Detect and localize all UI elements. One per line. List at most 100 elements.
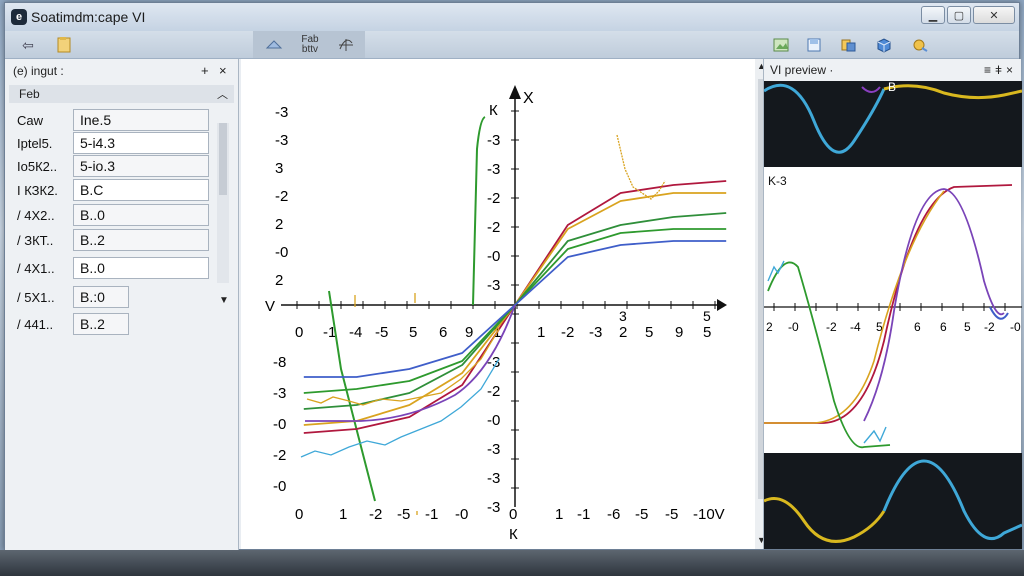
preview-x-tick-labels: 2 -0 -2 -4 5 6 6 5 -2 -0 <box>766 320 1021 334</box>
document-button[interactable] <box>51 34 77 56</box>
property-row: / 5X1.. B.:0 <box>5 286 217 308</box>
property-value-field[interactable]: B..0 <box>73 257 209 279</box>
left-tick-label: 3 <box>275 160 283 177</box>
property-label: Iptel5. <box>17 136 53 151</box>
bookmark-button[interactable] <box>835 34 861 56</box>
toolbar: ⇦ Fab bttv <box>5 31 1019 59</box>
preview-mid-label: K-3 <box>768 174 787 188</box>
property-row: / ЗКТ.. B..2 <box>5 229 217 251</box>
property-value-field[interactable]: B.C <box>73 179 209 201</box>
save-button[interactable] <box>801 34 827 56</box>
preview-purple-curve <box>863 188 1005 422</box>
preview-close-button[interactable]: × <box>1006 63 1013 77</box>
axis-tick-label: -2 <box>487 383 500 400</box>
dock-button[interactable]: ǂ <box>995 63 1002 77</box>
input-section-header[interactable]: Feb ︿ <box>9 85 234 103</box>
axis-tick-label: -2 <box>487 190 500 207</box>
image-icon <box>773 38 789 52</box>
pin-button[interactable]: ≡ <box>984 63 991 77</box>
preview-title: VI preview · <box>770 63 834 77</box>
minimize-button[interactable]: ▁ <box>921 6 945 24</box>
x-tick-label: 0 <box>295 324 303 341</box>
x-axis-arrow-icon <box>717 299 727 311</box>
scrollbar-thumb[interactable] <box>219 123 227 195</box>
property-value-field[interactable]: 5-io.3 <box>73 155 209 177</box>
property-row: / 4X1.. B..0 <box>5 257 217 279</box>
left-tick-label: -3 <box>275 104 288 121</box>
left-tick-label: -3 <box>273 385 286 402</box>
close-panel-button[interactable]: × <box>219 63 227 78</box>
green-steep-curve <box>328 290 376 502</box>
property-value-field[interactable]: B..2 <box>73 229 209 251</box>
x-tick-label: -5 <box>665 506 678 523</box>
close-button[interactable]: ✕ <box>973 6 1015 24</box>
left-tick-label: -3 <box>275 132 288 149</box>
x-tick-label: -3 <box>589 324 602 341</box>
table-view-button[interactable]: Fab bttv <box>297 34 323 56</box>
y-axis-arrow-icon <box>509 85 521 99</box>
scroll-down-arrow-icon[interactable]: ▼ <box>219 295 229 306</box>
x-tick-label: 0 <box>295 506 303 523</box>
title-bar: e Soatimdm:cape VI ▁ ▢ ✕ <box>5 3 1019 31</box>
x-tick-label: 5 <box>645 324 653 341</box>
x-tick-label: 9 <box>465 324 473 341</box>
preview-tick-label: -4 <box>850 320 861 334</box>
property-label: / 4X1.. <box>17 261 55 276</box>
left-tick-label: 2 <box>275 272 283 289</box>
arrow-up-icon <box>265 40 283 49</box>
property-label: I КЗК2. <box>17 183 58 198</box>
axis-tick-label: -2 <box>487 219 500 236</box>
green-vertical-curve <box>472 116 486 306</box>
x-tick-label: -0 <box>455 506 468 523</box>
property-label: Cаw <box>17 113 44 128</box>
settings-button[interactable] <box>907 34 933 56</box>
cube-button[interactable] <box>871 34 897 56</box>
property-value-field[interactable]: 5-i4.3 <box>73 132 209 154</box>
axis-tick-label: -3 <box>487 161 500 178</box>
axis-tick-label: -3 <box>487 470 500 487</box>
x-tick-labels-row2: 0 1 -2 -5 -1 -0 0 1 -1 -6 -5 -5 -10V <box>295 506 725 523</box>
settings-icon <box>913 39 928 52</box>
axis-tick-label: -0 <box>487 412 500 429</box>
taskbar <box>0 550 1024 576</box>
bottom-axis-label: К <box>509 526 518 543</box>
document-icon <box>57 37 71 53</box>
property-value-field[interactable]: B..0 <box>73 204 209 226</box>
x-tick-label: -5 <box>375 324 388 341</box>
input-panel: (e) ingut : + × Feb ︿ Cаw Ine.5 Iptel5. … <box>5 59 239 551</box>
back-button[interactable]: ⇦ <box>15 34 41 56</box>
x-axis-label: X <box>523 90 534 107</box>
axis-tool-button[interactable] <box>333 34 359 56</box>
property-label: / 441.. <box>17 317 54 332</box>
property-label: / ЗКТ.. <box>17 233 54 248</box>
maximize-button[interactable]: ▢ <box>947 6 971 24</box>
left-tick-label: 2 <box>275 216 283 233</box>
input-panel-scrollbar[interactable] <box>217 123 229 283</box>
input-panel-header: (e) ingut : + × <box>5 59 238 83</box>
input-panel-title: (e) ingut : <box>13 64 64 78</box>
x-tick-label: -1 <box>577 506 590 523</box>
app-logo-icon: e <box>11 9 27 25</box>
cube-icon <box>877 38 891 53</box>
image-button[interactable] <box>769 34 795 56</box>
property-row: / 4X2.. B..0 <box>5 204 217 226</box>
property-value-field[interactable]: B..2 <box>73 313 129 335</box>
property-value-field[interactable]: B.:0 <box>73 286 129 308</box>
app-window: e Soatimdm:cape VI ▁ ▢ ✕ ⇦ Fab bttv (e) … <box>4 2 1023 551</box>
left-tick-label: -0 <box>273 416 286 433</box>
x-tick-label: -5 <box>635 506 648 523</box>
left-tick-label: -8 <box>273 354 286 371</box>
x-tick-label: -6 <box>607 506 620 523</box>
property-value-field[interactable]: Ine.5 <box>73 109 209 131</box>
navigate-up-button[interactable] <box>261 34 287 56</box>
main-chart: X К V К -3 -3 3 -2 2 -0 2 -8 -3 -0 -2 -0 -3 -3 -2 -2 -0… <box>265 85 727 543</box>
x-tick-label: 1 <box>339 506 347 523</box>
add-input-button[interactable]: + <box>201 63 209 78</box>
preview-tick-label: 5 <box>964 320 971 334</box>
axis-tick-label: -3 <box>487 132 500 149</box>
x-tick-label: 5 <box>409 324 417 341</box>
collapse-chevron-icon[interactable]: ︿ <box>217 86 228 102</box>
minimize-icon: ▁ <box>928 9 938 22</box>
preview-tick-label: 2 <box>766 320 773 334</box>
toolbar-center-group: Fab bttv <box>253 31 365 58</box>
